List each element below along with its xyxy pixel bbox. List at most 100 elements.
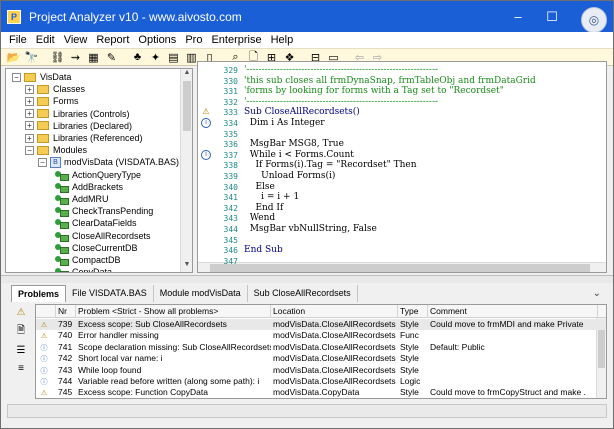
code-line[interactable]: If Forms(i).Tag = "Recordset" Then xyxy=(244,160,416,171)
warning-icon[interactable]: ⚠ xyxy=(201,107,211,117)
column-header-3[interactable]: Type xyxy=(398,305,428,318)
code-line[interactable]: MsgBar MSG8, True xyxy=(244,139,344,150)
expand-icon[interactable]: + xyxy=(25,84,34,94)
code-scroll-thumb[interactable] xyxy=(210,264,590,272)
tree-item[interactable]: CopyData xyxy=(51,266,112,272)
code-line[interactable]: Unload Forms(i) xyxy=(244,171,335,182)
line-number: 338 xyxy=(223,161,238,171)
tree-item[interactable]: CompactDB xyxy=(51,254,121,266)
problem-row[interactable]: ⚠ 739 Excess scope: Sub CloseAllRecordsets… xyxy=(36,319,606,330)
column-header-0[interactable]: Nr xyxy=(56,305,76,318)
tree-item[interactable]: − Modules xyxy=(25,144,87,156)
info-icon[interactable]: i xyxy=(201,118,211,128)
panel-splitter[interactable] xyxy=(1,275,613,283)
menu-file[interactable]: File xyxy=(9,34,27,46)
code-line[interactable]: 'this sub closes all frmDynaSnap, frmTab… xyxy=(244,76,536,87)
expand-icon[interactable]: + xyxy=(25,133,34,143)
title-bar[interactable]: P Project Analyzer v10 - www.aivosto.com… xyxy=(1,1,613,33)
expand-icon[interactable]: + xyxy=(25,109,34,119)
scroll-up-icon[interactable]: ▲ xyxy=(181,69,192,80)
info-icon: ⓘ xyxy=(40,379,48,386)
menu-view[interactable]: View xyxy=(64,34,88,46)
tree-item[interactable]: + Libraries (Controls) xyxy=(25,108,130,120)
tree-item[interactable]: + Libraries (Referenced) xyxy=(25,132,143,144)
code-line[interactable]: i = i + 1 xyxy=(244,192,299,203)
binoculars-icon[interactable]: 🔭 xyxy=(23,49,40,65)
tree-item[interactable]: CheckTransPending xyxy=(51,205,153,218)
tree-item[interactable]: AddMRU xyxy=(51,193,109,205)
document-info-icon[interactable]: 🗎 xyxy=(14,324,28,338)
tab-scope-1[interactable]: File VISDATA.BAS xyxy=(66,285,154,302)
code-line[interactable]: Dim i As Integer xyxy=(244,118,325,129)
code-editor[interactable]: 329 '------------------------------------… xyxy=(197,61,607,273)
info-icon[interactable]: i xyxy=(201,149,211,160)
tab-scope-3[interactable]: Sub CloseAllRecordsets xyxy=(247,285,358,302)
collapse-icon[interactable]: − xyxy=(25,145,34,155)
graph-icon[interactable]: ✎ xyxy=(103,49,120,65)
warning-icon: ⚠ xyxy=(40,390,48,398)
menu-options[interactable]: Options xyxy=(138,34,176,46)
problem-row[interactable]: ⓘ 743 While loop found modVisData.CloseAllR… xyxy=(36,365,606,376)
collapse-icon[interactable]: − xyxy=(12,72,21,82)
problem-row[interactable]: ⚠ 740 Error handler missing modVisData.Clos… xyxy=(36,330,606,341)
menu-pro[interactable]: Pro xyxy=(185,34,202,46)
tab-scope-2[interactable]: Module modVisData xyxy=(153,285,248,302)
scroll-down-icon[interactable]: ▼ xyxy=(181,261,192,272)
list-options-icon[interactable]: ☰ xyxy=(14,344,28,358)
code-horizontal-scrollbar[interactable] xyxy=(198,262,606,272)
tab-problems[interactable]: Problems xyxy=(11,285,67,302)
cross-reference-icon[interactable]: ✦ xyxy=(147,49,164,65)
code-line[interactable]: End Sub xyxy=(244,245,283,256)
code-line[interactable]: Wend xyxy=(244,213,275,224)
column-header-2[interactable]: Location xyxy=(271,305,398,318)
problem-row[interactable]: ⓘ 741 Scope declaration missing: Sub Close… xyxy=(36,342,606,353)
tree-item[interactable]: + Classes xyxy=(25,83,85,95)
column-header-4[interactable]: Comment xyxy=(428,305,598,318)
tree-item[interactable]: − VisData xyxy=(12,71,71,83)
menu-edit[interactable]: Edit xyxy=(36,34,55,46)
line-number: 339 xyxy=(223,172,238,181)
expand-icon[interactable]: + xyxy=(25,121,34,131)
screen-capture-icon[interactable]: ◎ xyxy=(581,7,607,33)
link-arrow-icon[interactable]: ⇝ xyxy=(67,49,84,65)
code-line[interactable]: '---------------------------------------… xyxy=(244,65,438,76)
link-icon[interactable]: ⛓ xyxy=(49,49,66,65)
minimize-button[interactable]: – xyxy=(501,1,535,32)
expand-icon[interactable]: + xyxy=(25,96,34,106)
problems-grid[interactable]: Nr Problem <Strict - Show all problems> Lo… xyxy=(35,304,607,399)
maximize-button[interactable]: ☐ xyxy=(535,1,569,32)
problem-row[interactable]: ⚠ 745 Excess scope: Function CopyData modVi… xyxy=(36,387,606,398)
tree-item[interactable]: ClearDataFields xyxy=(51,217,137,230)
problem-row[interactable]: ⓘ 742 Short local var name: i modVisData.Cl… xyxy=(36,353,606,364)
code-line[interactable]: Sub CloseAllRecordsets() xyxy=(244,107,360,118)
tree-item[interactable]: CloseCurrentDB xyxy=(51,242,138,254)
code-line[interactable]: Else xyxy=(244,182,274,193)
tree-item[interactable]: CloseAllRecordsets xyxy=(51,230,151,242)
folder-open-icon[interactable]: 📂 xyxy=(5,49,22,65)
document-icon[interactable]: ▤ xyxy=(165,49,182,65)
problem-type: Func xyxy=(400,330,419,341)
tree-item[interactable]: − BmodVisData (VISDATA.BAS) xyxy=(38,156,179,168)
menu-help[interactable]: Help xyxy=(271,34,294,46)
stack-icon[interactable]: ▦ xyxy=(85,49,102,65)
tree-item[interactable]: + Forms xyxy=(25,95,79,107)
column-header-1[interactable]: Problem <Strict - Show all problems> xyxy=(76,305,271,318)
code-line[interactable]: MsgBar vbNullString, False xyxy=(244,224,377,235)
list-collapse-icon[interactable]: ≡ xyxy=(14,362,28,376)
project-tree[interactable]: ▲ ▼ − VisData + Classes + Forms + Libraries (Co… xyxy=(5,68,193,273)
tree-scrollbar[interactable]: ▲ ▼ xyxy=(180,69,192,272)
collapse-icon[interactable]: − xyxy=(38,157,47,167)
tree-item[interactable]: + Libraries (Declared) xyxy=(25,120,132,132)
problem-row[interactable]: ⓘ 744 Variable read before written (along … xyxy=(36,376,606,387)
menu-report[interactable]: Report xyxy=(96,34,129,46)
menu-enterprise[interactable]: Enterprise xyxy=(211,34,261,46)
code-line[interactable]: 'forms by looking for forms with a Tag s… xyxy=(244,86,504,97)
severity-column-header[interactable] xyxy=(36,305,56,318)
code-line[interactable]: End If xyxy=(244,203,283,214)
tree-item[interactable]: ActionQueryType xyxy=(51,169,141,181)
tree-item[interactable]: AddBrackets xyxy=(51,181,123,193)
warning-filter-icon[interactable]: ⚠ xyxy=(14,306,28,320)
tree-icon[interactable]: ♣ xyxy=(129,49,146,65)
collapse-chevron-icon[interactable]: ⌄ xyxy=(593,288,601,299)
tree-scroll-thumb[interactable] xyxy=(183,81,191,131)
